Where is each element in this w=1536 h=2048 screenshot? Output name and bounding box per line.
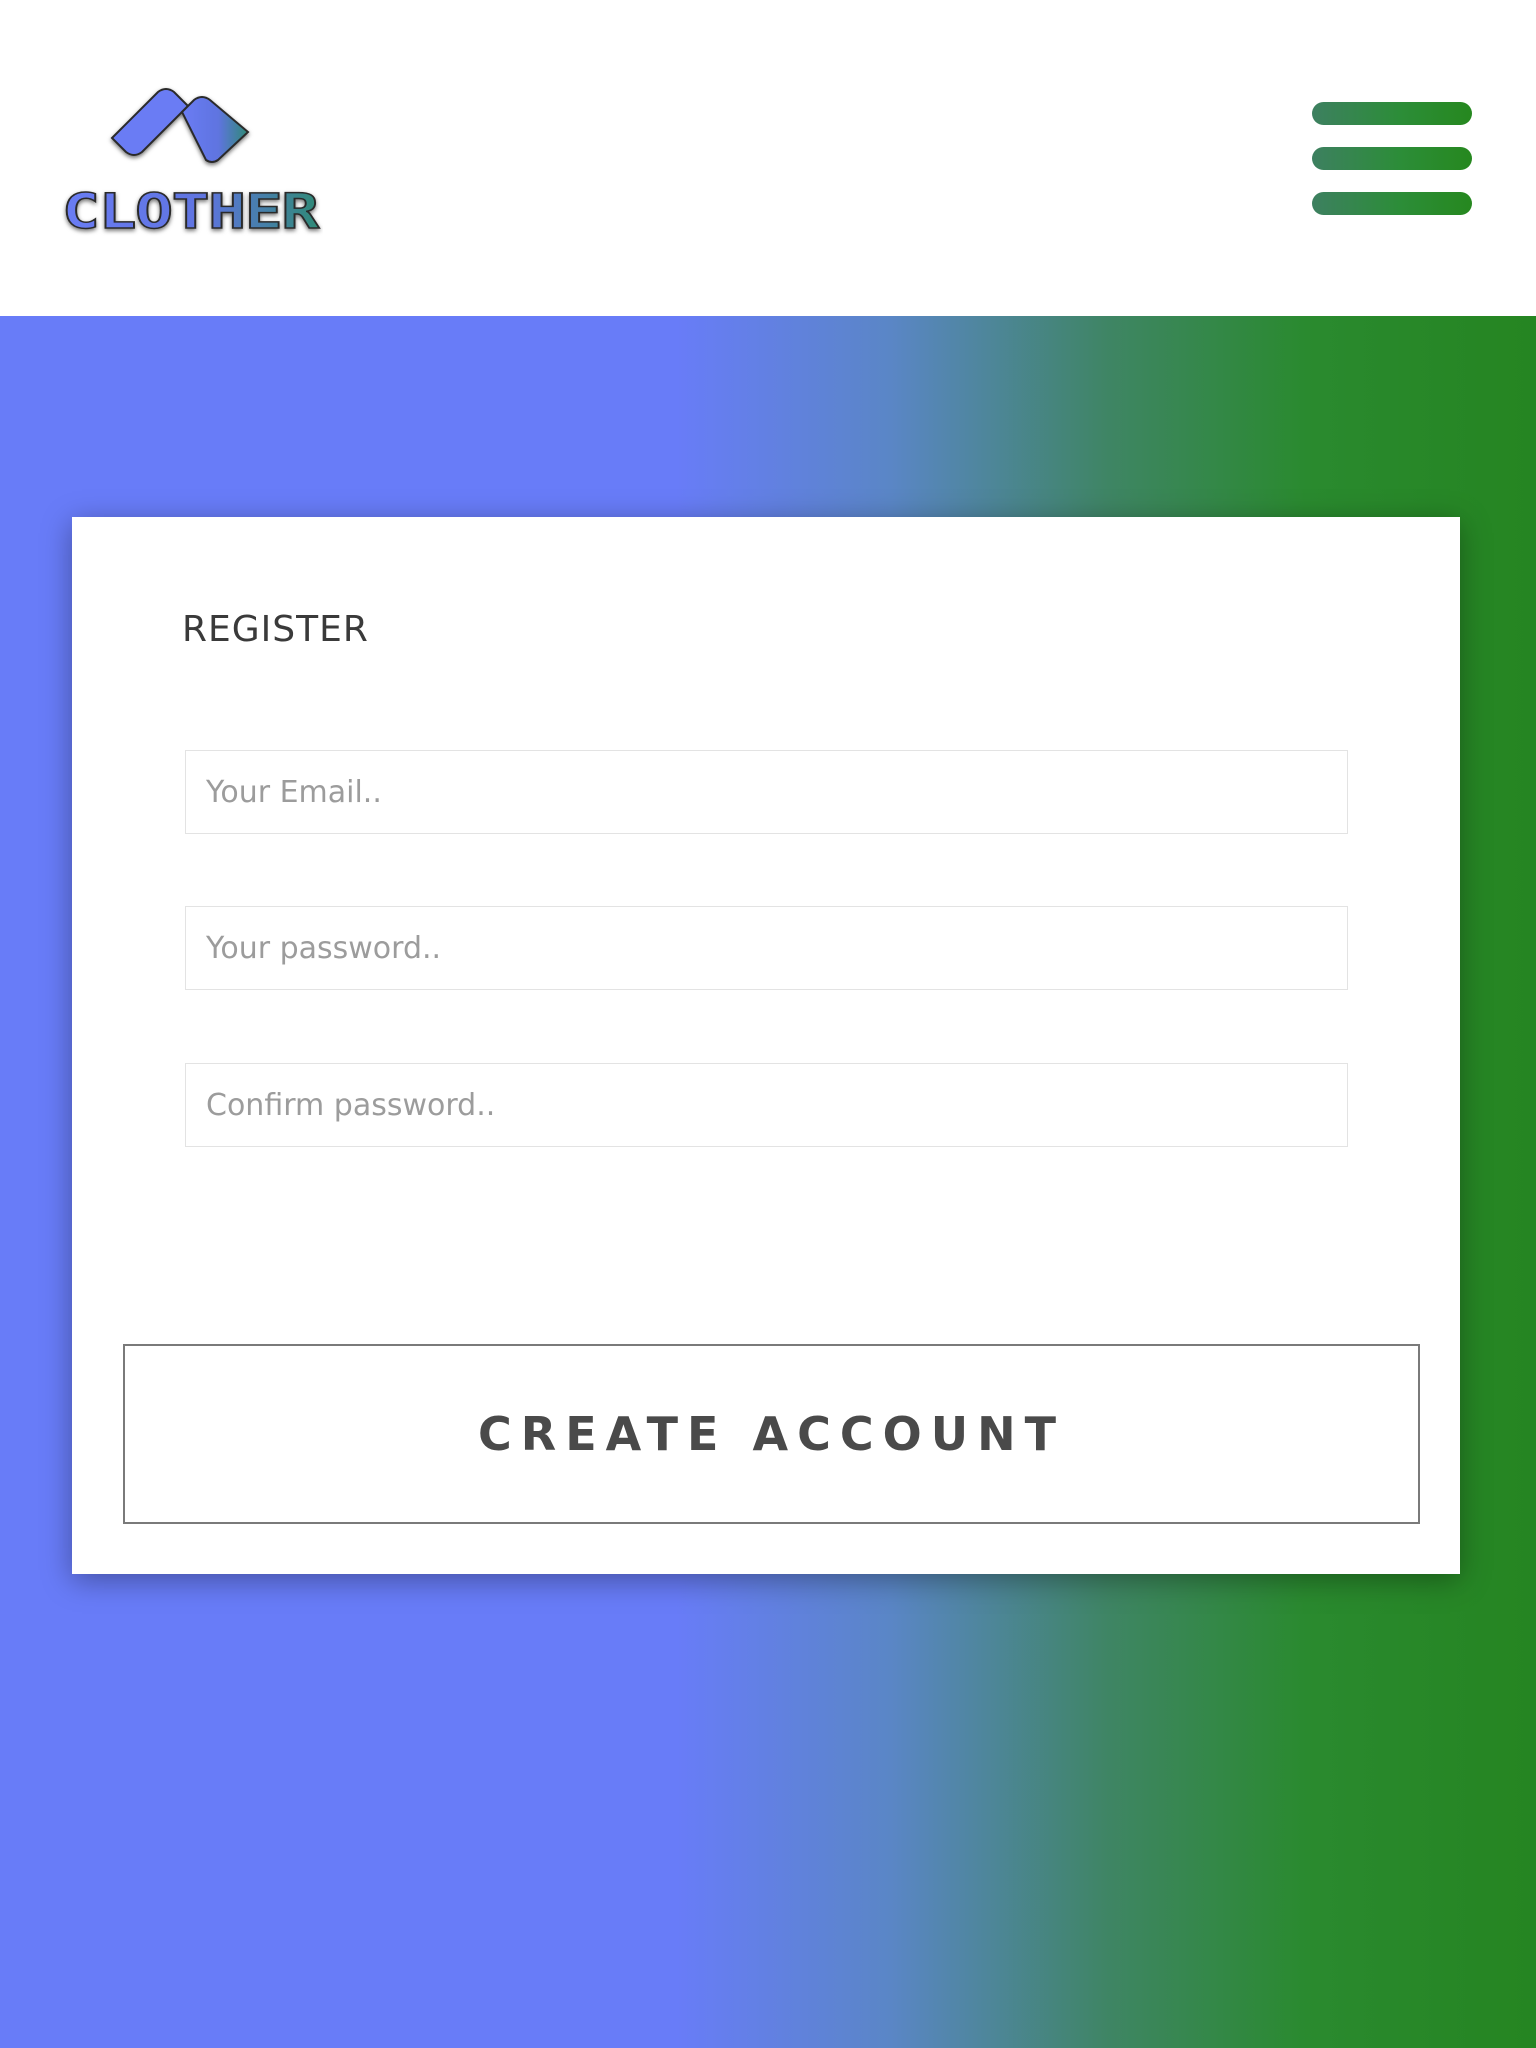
register-title: REGISTER (182, 609, 369, 650)
password-input[interactable] (185, 906, 1348, 990)
menu-bar-bottom (1312, 192, 1472, 215)
menu-bar-top (1312, 102, 1472, 125)
logo-wordmark: CLOTHER (61, 183, 321, 236)
menu-bar-middle (1312, 147, 1472, 170)
email-input[interactable] (185, 750, 1348, 834)
create-account-button[interactable]: CREATE ACCOUNT (123, 1344, 1420, 1524)
confirm-password-input[interactable] (185, 1063, 1348, 1147)
site-header: CLOTHER (0, 0, 1536, 316)
hamburger-menu-icon[interactable] (1310, 100, 1474, 218)
svg-text:CLOTHER: CLOTHER (62, 184, 319, 236)
clother-logo[interactable]: CLOTHER (58, 80, 323, 236)
register-card: REGISTER CREATE ACCOUNT (72, 517, 1460, 1574)
